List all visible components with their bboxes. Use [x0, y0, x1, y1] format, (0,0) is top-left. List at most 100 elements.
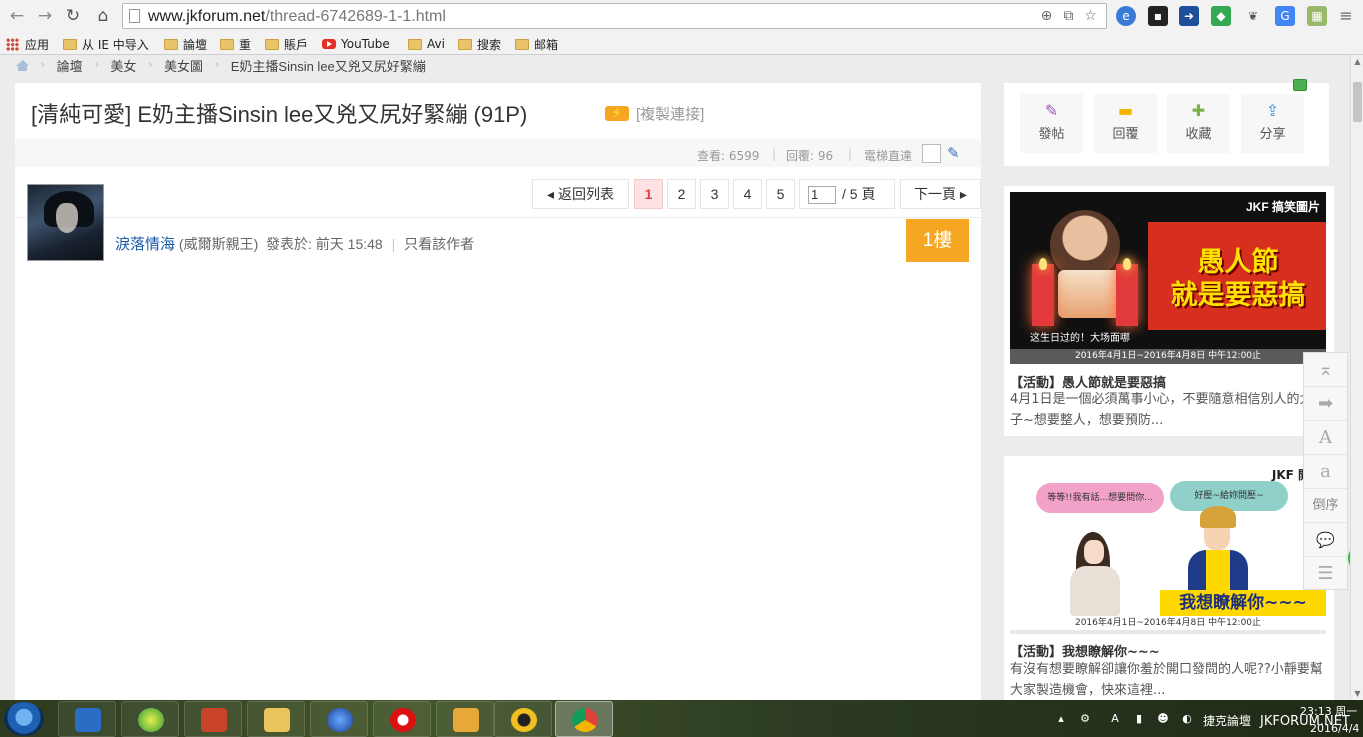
list-icon[interactable]: ☰ [1304, 557, 1347, 591]
bookmark-forum[interactable]: 論壇 [164, 36, 207, 52]
action-panel: ✎ 發帖 ▬ 回覆 ✚ 收藏 ⇪ 分享 [1004, 83, 1329, 166]
url-host: www.jkforum.net [148, 8, 266, 25]
avatar[interactable] [27, 184, 104, 261]
address-bar[interactable]: www.jkforum.net/thread-6742689-1-1.html … [122, 3, 1107, 29]
page-5-button[interactable]: 5 [766, 179, 795, 209]
action-label: 發帖 [1038, 127, 1065, 142]
arrow-extension-icon[interactable]: ➜ [1179, 6, 1199, 26]
google-translate-icon[interactable]: G [1275, 6, 1295, 26]
copy-link-icon: ⚡ [605, 106, 629, 121]
elevator-input[interactable] [922, 144, 941, 163]
banner-flame [1039, 258, 1047, 270]
page-1-button[interactable]: 1 [634, 179, 663, 209]
bookmark-apps[interactable]: 应用 [6, 36, 49, 52]
forward-icon[interactable]: ➡ [1304, 387, 1347, 421]
tray-expand-icon[interactable]: ▴ [1054, 712, 1068, 726]
avatar-face [56, 203, 78, 233]
bookmark-search[interactable]: 搜索 [458, 36, 501, 52]
notification-extension-icon[interactable]: ▪ [1148, 6, 1168, 26]
favorite-button[interactable]: ✚ 收藏 [1167, 94, 1230, 153]
scroll-up-icon[interactable]: ▲ [1351, 55, 1363, 68]
breadcrumb-item[interactable]: 美女 [110, 56, 136, 75]
taskbar-app[interactable] [436, 701, 494, 737]
post-new-button[interactable]: ✎ 發帖 [1020, 94, 1083, 153]
breadcrumb-item[interactable]: 美女圖 [164, 56, 203, 75]
banner-date: 2016年4月1日~2016年4月8日 中午12:00止 [1010, 349, 1326, 364]
next-page-button[interactable]: 下一頁 ▸ [900, 179, 981, 209]
tray-qq-icon[interactable]: ☻ [1156, 712, 1170, 726]
breadcrumb-separator: › [148, 59, 153, 71]
bookmark-label: 从 IE 中导入 [82, 37, 149, 52]
clock-date[interactable]: 2016/4/4 [1310, 722, 1359, 735]
taskbar-app-chrome[interactable] [555, 701, 613, 737]
bookmark-avi[interactable]: Avi [408, 36, 445, 52]
home-icon[interactable] [16, 59, 29, 71]
clock-time[interactable]: 23:13 周一 [1300, 703, 1357, 719]
only-author-link[interactable]: 只看該作者 [404, 236, 474, 252]
page-scrollbar[interactable]: ▲ ▼ [1350, 55, 1363, 700]
breadcrumb-item[interactable]: 論壇 [57, 56, 83, 75]
reply-button[interactable]: ▬ 回覆 [1094, 94, 1157, 153]
taskbar-app[interactable] [184, 701, 242, 737]
reload-icon[interactable]: ↻ [62, 5, 84, 27]
bookmark-account[interactable]: 賬戶 [265, 36, 308, 52]
color-extension-icon[interactable]: ◆ [1211, 6, 1231, 26]
bookmark-mail[interactable]: 邮箱 [515, 36, 558, 52]
share-button[interactable]: ⇪ 分享 [1241, 94, 1304, 153]
forward-arrow-icon[interactable]: → [34, 5, 56, 27]
copy-link[interactable]: ⚡ [複製連接] [605, 103, 704, 124]
bookmark-label: YouTube [341, 37, 390, 51]
chrome-app-icon [572, 708, 598, 732]
image-extension-icon[interactable]: ▦ [1307, 6, 1327, 26]
page-3-button[interactable]: 3 [700, 179, 729, 209]
home-icon[interactable]: ⌂ [92, 5, 114, 27]
back-to-list-button[interactable]: ◂ 返回列表 [532, 179, 629, 209]
page-4-button[interactable]: 4 [733, 179, 762, 209]
bookmark-ie-import[interactable]: 从 IE 中导入 [63, 36, 149, 52]
ad-title[interactable]: 【活動】我想瞭解你~~~ [1010, 641, 1160, 660]
reverse-order-button[interactable]: 倒序 [1304, 489, 1347, 523]
floating-toolbar: ⌅ ➡ A a 倒序 💬 ☰ [1303, 352, 1348, 590]
event-ad-april-fools[interactable]: JKF 搞笑圖片 愚人節 就是要惡搞 这生日过的！大场面哪 2016年4月1日~2… [1004, 186, 1334, 436]
browser-toolbar: ← → ↻ ⌂ www.jkforum.net/thread-6742689-1… [0, 0, 1363, 33]
reply-icon[interactable]: 💬 [1304, 523, 1347, 557]
tray-volume-icon[interactable]: ◐ [1180, 712, 1194, 726]
scroll-down-icon[interactable]: ▼ [1351, 687, 1363, 700]
translate-icon[interactable]: ⧉ [1060, 8, 1077, 25]
tray-app-icon[interactable]: A [1108, 712, 1122, 726]
banner-brand: JKF 搞笑圖片 [1245, 200, 1320, 214]
menu-icon[interactable]: ≡ [1336, 6, 1356, 26]
girl-body [1070, 566, 1120, 616]
taskbar-app[interactable] [247, 701, 305, 737]
back-arrow-icon[interactable]: ← [6, 5, 28, 27]
bookmark-youtube[interactable]: YouTube [322, 36, 390, 52]
tray-network-icon[interactable]: ⚙ [1078, 712, 1092, 726]
wrench-icon[interactable]: ✎ [947, 144, 965, 162]
ad-banner-image[interactable]: JKF 開箱 等等!!我有話...想要問你... 好壓~給妳問壓~ 我想瞭解你~… [1010, 462, 1326, 634]
font-larger-icon[interactable]: A [1304, 421, 1347, 455]
author-name[interactable]: 淚落情海 [115, 236, 175, 253]
ie-extension-icon[interactable]: e [1116, 6, 1136, 26]
font-smaller-icon[interactable]: a [1304, 455, 1347, 489]
page-jump-input[interactable]: 1 [808, 186, 836, 205]
taskbar-app[interactable] [121, 701, 179, 737]
taskbar-app[interactable] [310, 701, 368, 737]
breadcrumb-item[interactable]: E奶主播Sinsin lee又兇又尻好緊繃 [231, 56, 426, 75]
taskbar-app[interactable] [58, 701, 116, 737]
tray-device-icon[interactable]: ▮ [1132, 712, 1146, 726]
taskbar-app[interactable] [373, 701, 431, 737]
media-app-icon [75, 708, 101, 732]
start-button-icon[interactable] [4, 702, 44, 736]
scrollbar-thumb[interactable] [1353, 82, 1362, 122]
bookmark-star-icon[interactable]: ☆ [1082, 8, 1099, 25]
ad-banner-image[interactable]: JKF 搞笑圖片 愚人節 就是要惡搞 这生日过的！大场面哪 2016年4月1日~2… [1010, 192, 1326, 364]
leaf-extension-icon[interactable]: ❦ [1243, 6, 1263, 26]
back-to-top-icon[interactable]: ⌅ [1304, 353, 1347, 387]
taskbar-app[interactable] [494, 701, 552, 737]
url-text: www.jkforum.net/thread-6742689-1-1.html [148, 8, 446, 26]
bookmark-zhong[interactable]: 重 [220, 36, 251, 52]
zoom-icon[interactable]: ⊕ [1038, 8, 1055, 25]
tray-site-label: 捷克論壇 [1203, 714, 1252, 728]
event-ad-get-to-know-you[interactable]: JKF 開箱 等等!!我有話...想要問你... 好壓~給妳問壓~ 我想瞭解你~… [1004, 456, 1334, 700]
page-2-button[interactable]: 2 [667, 179, 696, 209]
